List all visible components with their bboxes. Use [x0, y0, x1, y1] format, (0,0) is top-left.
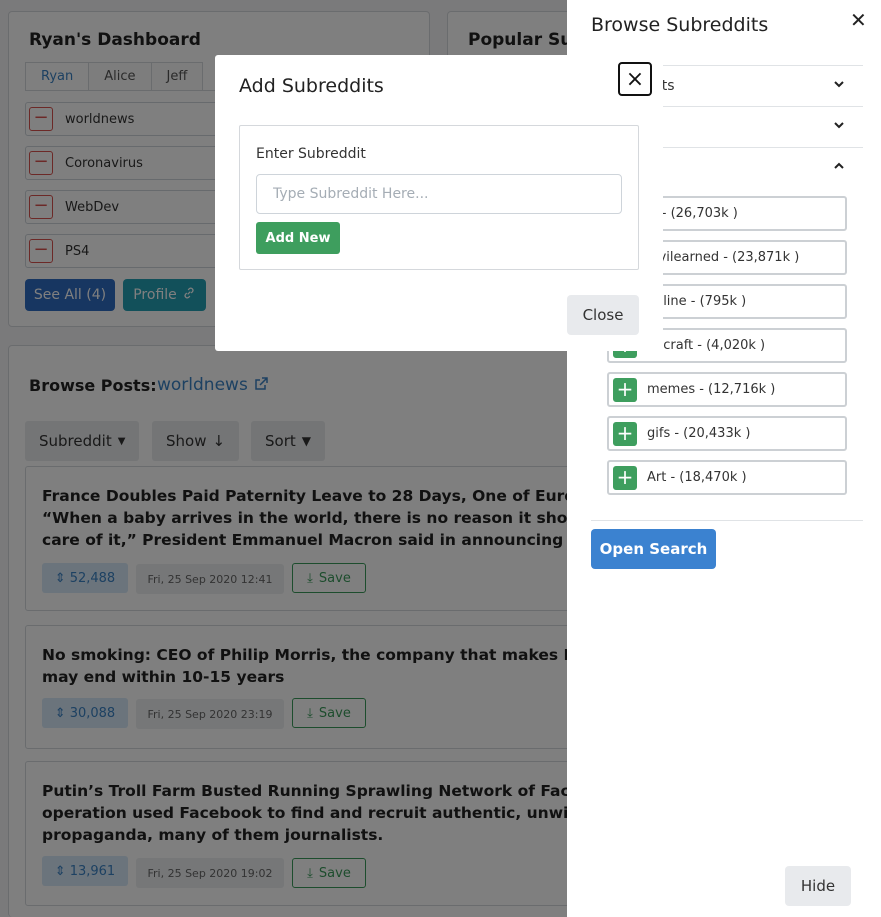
open-search-button[interactable]: Open Search [591, 529, 716, 569]
add-subreddit-button[interactable]: + [613, 465, 637, 490]
chevron-up-icon [833, 160, 845, 176]
popular-subreddit-item: + gifs - (20,433k ) [607, 416, 847, 451]
close-button[interactable]: Close [567, 295, 639, 335]
divider [591, 520, 863, 521]
popular-subreddit-item: + Art - (18,470k ) [607, 460, 847, 495]
input-label: Enter Subreddit [256, 146, 366, 162]
popular-subreddit-item: + memes - (12,716k ) [607, 372, 847, 407]
add-subreddit-form: Enter Subreddit Add New [239, 125, 639, 270]
subreddit-input[interactable] [256, 174, 622, 214]
popular-subreddit-label: gifs - (20,433k ) [647, 426, 751, 441]
close-icon[interactable]: ✕ [850, 8, 867, 32]
add-subreddit-button[interactable]: + [613, 421, 637, 446]
chevron-down-icon [833, 119, 845, 135]
add-new-button[interactable]: Add New [256, 222, 340, 254]
add-subreddit-button[interactable]: + [613, 377, 637, 402]
chevron-down-icon [833, 78, 845, 94]
hide-button[interactable]: Hide [785, 866, 851, 906]
popular-subreddit-label: layilearned - (23,871k ) [647, 250, 800, 265]
popular-subreddit-label: necraft - (4,020k ) [647, 338, 766, 353]
popular-subreddit-label: memes - (12,716k ) [647, 382, 776, 397]
add-subreddits-modal: Add Subreddits × Enter Subreddit Add New… [215, 55, 663, 351]
close-icon[interactable]: × [618, 62, 652, 96]
panel-title: Browse Subreddits [591, 14, 769, 36]
modal-title: Add Subreddits [239, 75, 384, 97]
popular-subreddit-label: Art - (18,470k ) [647, 470, 747, 485]
